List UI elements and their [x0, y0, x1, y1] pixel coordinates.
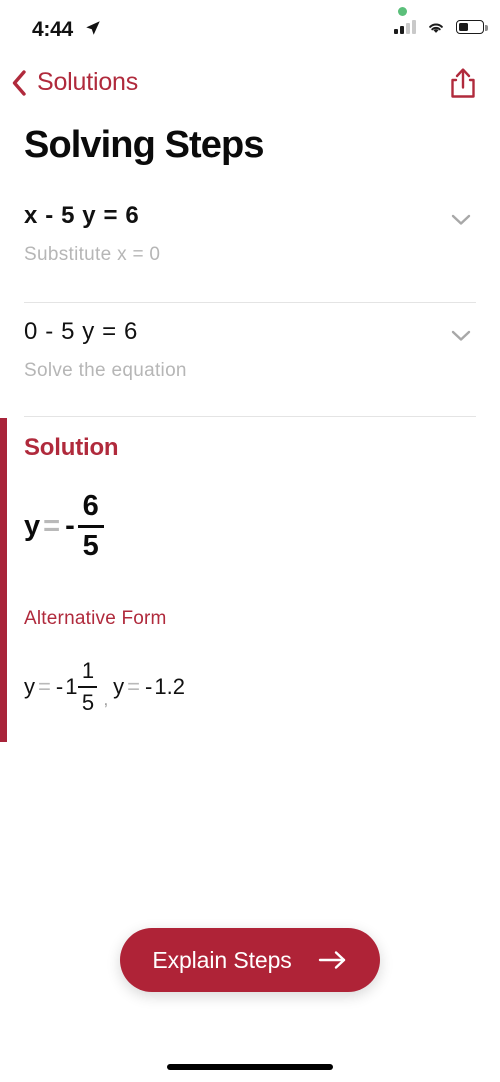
page-title: Solving Steps: [24, 124, 264, 166]
solution-numerator: 6: [82, 490, 99, 522]
step-description: Substitute x = 0: [24, 244, 161, 265]
back-button-label: Solutions: [37, 68, 139, 96]
solution-variable: y: [24, 510, 41, 542]
explain-steps-button[interactable]: Explain Steps: [120, 928, 380, 992]
step-divider: [24, 302, 476, 303]
chevron-down-icon[interactable]: [448, 210, 474, 228]
status-bar-indicators: [394, 19, 488, 35]
alt-decimal-value: 1.2: [154, 674, 185, 699]
alt-mixed-whole: 1: [65, 674, 78, 699]
chevron-left-icon: [12, 69, 26, 96]
solution-heading: Solution: [24, 434, 119, 461]
solution-expression: y = - 6 5: [24, 492, 105, 561]
cellular-signal-icon: [394, 20, 416, 34]
alt-decimal-variable: y: [113, 674, 125, 699]
wifi-icon: [429, 23, 443, 33]
share-icon[interactable]: [448, 67, 478, 99]
step-equation: 0 - 5 y = 6: [24, 318, 138, 345]
solution-sign: -: [65, 510, 75, 542]
alt-form-separator: ,: [103, 690, 109, 709]
step-description: Solve the equation: [24, 360, 187, 381]
location-arrow-icon: [86, 21, 100, 35]
back-button[interactable]: Solutions: [10, 68, 138, 97]
fraction-bar: [77, 525, 104, 528]
alternative-form-heading: Alternative Form: [24, 608, 167, 629]
alt-mixed-denominator: 5: [81, 690, 95, 715]
solution-accent-bar: [0, 418, 7, 742]
alt-mixed-variable: y: [24, 674, 35, 699]
step-equation: x - 5 y = 6: [24, 202, 140, 229]
alternative-form-expression: y = - 1 1 5 , y = - 1.2: [24, 660, 185, 714]
battery-icon: [456, 20, 488, 34]
explain-steps-label: Explain Steps: [152, 946, 292, 973]
solution-fraction: 6 5: [77, 490, 104, 562]
alt-decimal-equals: =: [127, 674, 141, 699]
solution-denominator: 5: [82, 530, 99, 562]
app-screen: 4:44 Solutions Solving Steps x - 5 y = 6…: [0, 0, 500, 1082]
alt-mixed-numerator: 1: [81, 658, 95, 683]
solution-equals: =: [43, 510, 61, 542]
arrow-right-icon: [318, 951, 345, 969]
green-recording-dot: [398, 7, 407, 16]
status-bar: 4:44: [0, 0, 500, 58]
alt-mixed-sign: -: [55, 674, 64, 699]
alt-mixed-equals: =: [38, 674, 51, 699]
home-indicator: [167, 1064, 333, 1070]
status-bar-time: 4:44: [32, 18, 73, 41]
alt-decimal-sign: -: [145, 674, 153, 699]
step-divider: [24, 416, 476, 417]
navigation-bar: Solutions: [0, 62, 500, 118]
chevron-down-icon[interactable]: [448, 326, 474, 344]
fraction-bar: [78, 686, 98, 688]
alt-mixed-fraction: 1 5: [78, 658, 98, 715]
